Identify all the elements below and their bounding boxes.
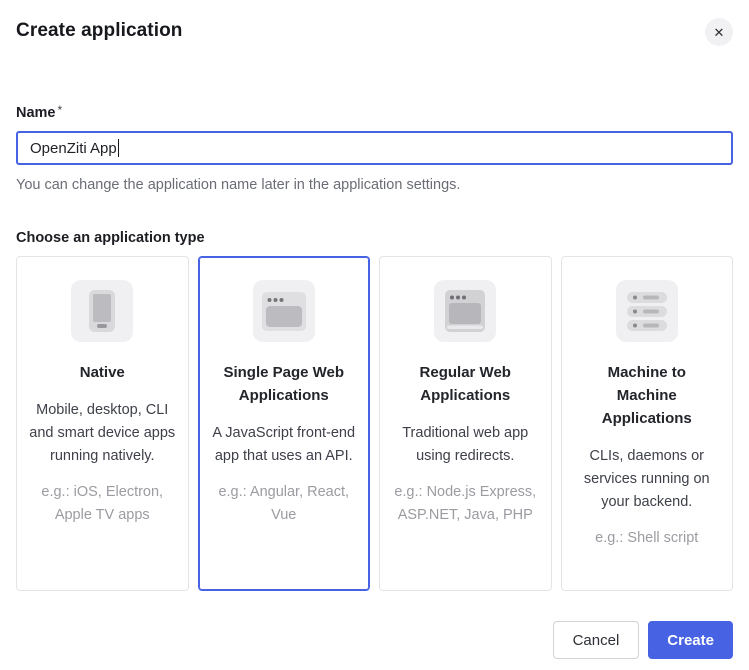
type-card-single-page-web[interactable]: Single Page Web Applications A JavaScrip…	[198, 256, 371, 591]
card-example: e.g.: iOS, Electron, Apple TV apps	[29, 481, 176, 527]
dialog-title: Create application	[16, 18, 183, 42]
server-stack-icon	[616, 280, 678, 342]
card-example: e.g.: Angular, React, Vue	[211, 481, 358, 527]
card-title: Regular Web Applications	[395, 361, 535, 407]
application-name-value: OpenZiti App	[30, 140, 117, 157]
web-server-window-icon	[434, 280, 496, 342]
name-label: Name*	[16, 103, 733, 121]
card-description: CLIs, daemons or services running on you…	[574, 445, 721, 514]
type-card-native[interactable]: Native Mobile, desktop, CLI and smart de…	[16, 256, 189, 591]
icon-tile	[434, 280, 496, 342]
card-title: Native	[80, 361, 125, 384]
application-type-cards: Native Mobile, desktop, CLI and smart de…	[16, 256, 733, 591]
card-title: Single Page Web Applications	[214, 361, 354, 407]
application-type-label: Choose an application type	[16, 230, 733, 246]
create-button[interactable]: Create	[648, 621, 733, 659]
browser-window-icon	[253, 280, 315, 342]
icon-tile	[71, 280, 133, 342]
card-description: Mobile, desktop, CLI and smart device ap…	[29, 399, 176, 468]
icon-tile	[253, 280, 315, 342]
dialog-header: Create application ✕	[16, 18, 733, 46]
close-icon: ✕	[714, 26, 725, 39]
mobile-phone-icon	[71, 280, 133, 342]
card-description: A JavaScript front-end app that uses an …	[211, 422, 358, 468]
name-helper-text: You can change the application name late…	[16, 177, 733, 193]
required-asterisk: *	[58, 103, 63, 117]
type-card-regular-web[interactable]: Regular Web Applications Traditional web…	[379, 256, 552, 591]
icon-tile	[616, 280, 678, 342]
close-button[interactable]: ✕	[705, 18, 733, 46]
cancel-button[interactable]: Cancel	[553, 621, 640, 659]
card-title: Machine to Machine Applications	[577, 361, 717, 430]
card-example: e.g.: Shell script	[595, 527, 698, 550]
card-description: Traditional web app using redirects.	[392, 422, 539, 468]
application-name-input[interactable]: OpenZiti App	[16, 131, 733, 165]
dialog-footer: Cancel Create	[16, 621, 733, 659]
text-caret	[118, 139, 120, 157]
card-example: e.g.: Node.js Express, ASP.NET, Java, PH…	[392, 481, 539, 527]
type-card-machine-to-machine[interactable]: Machine to Machine Applications CLIs, da…	[561, 256, 734, 591]
